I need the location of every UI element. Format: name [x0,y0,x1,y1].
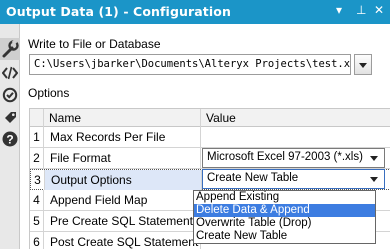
tag-icon[interactable] [2,87,18,103]
config-tab-rail: ? [0,24,20,249]
option-delete-data-append[interactable]: Delete Data & Append [194,204,375,217]
help-icon[interactable]: ? [2,131,18,147]
options-label: Options [28,86,70,100]
wrench-icon[interactable] [0,38,20,60]
output-path-field[interactable]: C:\Users\jbarker\Documents\Alteryx Proje… [29,54,351,75]
row-name: Append Field Map [44,190,201,210]
output-options-dropdown-list: Append Existing Delete Data & Append Ove… [193,190,376,244]
pin-button[interactable]: ⊥ [356,3,366,17]
window-title: Output Data (1) - Configuration [6,4,231,19]
row-number: 5 [30,211,44,231]
svg-text:?: ? [6,132,13,146]
chevron-down-icon [370,177,378,182]
file-format-select[interactable]: Microsoft Excel 97-2003 (*.xls) [202,148,385,168]
header-value: Value [206,111,236,125]
window-menu-dropdown[interactable]: ▾ [336,3,342,17]
bookmark-icon[interactable] [2,109,18,125]
file-format-value: Microsoft Excel 97-2003 (*.xls) [207,151,363,163]
max-records-value[interactable] [201,127,390,147]
row-name: Output Options [45,170,202,190]
table-row[interactable]: 1 Max Records Per File [30,127,390,148]
row-number: 4 [30,190,44,210]
code-icon[interactable] [1,65,19,81]
row-number: 3 [31,170,45,190]
grid-header: Name Value [30,109,390,127]
output-path-dropdown-button[interactable] [354,54,372,75]
title-bar: Output Data (1) - Configuration ▾ ⊥ ✕ [0,0,390,24]
output-options-select[interactable]: Create New Table [202,169,385,189]
row-number: 2 [30,148,44,168]
header-name: Name [44,109,201,127]
option-overwrite-table[interactable]: Overwrite Table (Drop) [194,217,375,230]
row-name: Max Records Per File [44,127,201,147]
close-button[interactable]: ✕ [374,3,384,17]
option-create-new-table[interactable]: Create New Table [194,230,375,243]
chevron-down-icon [359,63,367,68]
option-append-existing[interactable]: Append Existing [194,191,375,204]
chevron-down-icon [370,156,378,161]
row-number: 6 [30,232,44,249]
row-number: 1 [30,127,44,147]
output-options-value: Create New Table [207,172,299,184]
row-name: Post Create SQL Statement [44,232,201,249]
write-to-label: Write to File or Database [28,37,161,51]
row-name: Pre Create SQL Statement [44,211,201,231]
row-name: File Format [44,148,201,168]
header-row-number [30,109,44,127]
